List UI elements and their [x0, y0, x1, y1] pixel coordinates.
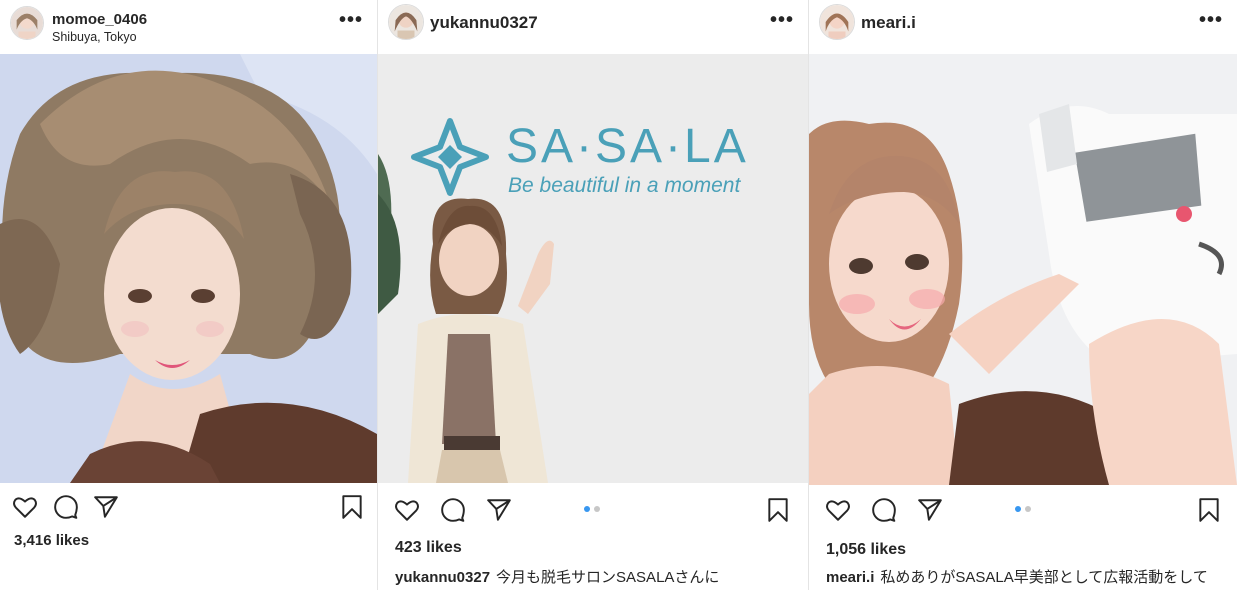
more-options-icon[interactable]: •••	[770, 10, 794, 30]
paper-plane-icon[interactable]	[917, 497, 943, 523]
caption-username[interactable]: meari.i	[826, 569, 874, 586]
post-card: meari.i ••• 1,056 likes meari.i 私めありがSAS…	[808, 0, 1237, 590]
comment-icon[interactable]	[440, 497, 466, 523]
caption: yukannu0327 今月も脱毛サロンSASALAさんに	[395, 566, 719, 587]
heart-icon[interactable]	[825, 497, 851, 523]
carousel-dot	[1025, 506, 1031, 512]
heart-icon[interactable]	[12, 494, 38, 520]
post-photo[interactable]	[0, 54, 377, 483]
carousel-indicator	[1015, 506, 1031, 512]
post-header: yukannu0327 •••	[378, 0, 808, 52]
more-options-icon[interactable]: •••	[339, 10, 363, 30]
paper-plane-icon[interactable]	[93, 494, 119, 520]
username[interactable]: momoe_0406	[52, 11, 147, 28]
action-bar	[809, 497, 1237, 527]
like-count[interactable]: 423 likes	[395, 539, 462, 557]
post-header: meari.i •••	[809, 0, 1237, 52]
carousel-dot	[594, 506, 600, 512]
bookmark-icon[interactable]	[765, 497, 791, 523]
carousel-dot-active	[584, 506, 590, 512]
caption-text: 私めありがSASALA早美部として広報活動をして	[880, 569, 1208, 586]
post-card: momoe_0406 Shibuya, Tokyo ••• 3,416 like…	[0, 0, 377, 590]
instagram-feed: momoe_0406 Shibuya, Tokyo ••• 3,416 like…	[0, 0, 1237, 590]
avatar[interactable]	[388, 4, 424, 40]
post-photo[interactable]: SA·SA·LA Be beautiful in a moment	[378, 54, 808, 483]
sign-tagline: Be beautiful in a moment	[508, 174, 741, 197]
bookmark-icon[interactable]	[1196, 497, 1222, 523]
post-card: yukannu0327 ••• SA·SA·LA Be beautiful in…	[377, 0, 808, 590]
paper-plane-icon[interactable]	[486, 497, 512, 523]
caption-username[interactable]: yukannu0327	[395, 569, 490, 586]
avatar[interactable]	[819, 4, 855, 40]
username[interactable]: meari.i	[861, 13, 916, 33]
caption: meari.i 私めありがSASALA早美部として広報活動をして	[826, 566, 1208, 587]
comment-icon[interactable]	[871, 497, 897, 523]
post-header: momoe_0406 Shibuya, Tokyo •••	[0, 0, 377, 52]
sign-title: SA·SA·LA	[506, 120, 749, 173]
more-options-icon[interactable]: •••	[1199, 10, 1223, 30]
carousel-dot-active	[1015, 506, 1021, 512]
action-bar	[378, 497, 808, 527]
location-link[interactable]: Shibuya, Tokyo	[52, 30, 137, 44]
post-photo[interactable]	[809, 54, 1237, 485]
heart-icon[interactable]	[394, 497, 420, 523]
avatar[interactable]	[10, 6, 44, 40]
username[interactable]: yukannu0327	[430, 13, 538, 33]
bookmark-icon[interactable]	[339, 494, 365, 520]
comment-icon[interactable]	[53, 494, 79, 520]
like-count[interactable]: 1,056 likes	[826, 541, 906, 559]
action-bar	[0, 494, 377, 524]
like-count[interactable]: 3,416 likes	[14, 532, 89, 549]
carousel-indicator	[584, 506, 600, 512]
caption-text: 今月も脱毛サロンSASALAさんに	[496, 569, 720, 586]
